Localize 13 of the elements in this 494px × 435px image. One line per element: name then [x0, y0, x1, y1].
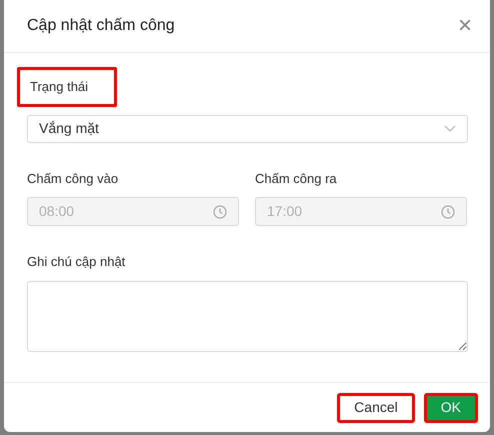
field-label: Chấm công vào — [27, 170, 120, 188]
close-button[interactable]: × — [458, 14, 472, 38]
field-label: Ghi chú cập nhật — [27, 253, 126, 271]
status-select[interactable]: Vắng mặt — [27, 114, 468, 142]
field-label: Trạng thái — [17, 67, 118, 106]
dialog-title: Cập nhật chấm công — [27, 16, 175, 36]
chevron-down-icon — [444, 124, 456, 132]
note-field[interactable] — [27, 280, 468, 352]
clock-icon — [441, 204, 455, 218]
cancel-button[interactable]: Cancel — [337, 392, 415, 422]
clock-icon — [213, 204, 227, 218]
field-label: Chấm công ra — [255, 170, 338, 188]
ok-button[interactable]: OK — [424, 392, 478, 422]
